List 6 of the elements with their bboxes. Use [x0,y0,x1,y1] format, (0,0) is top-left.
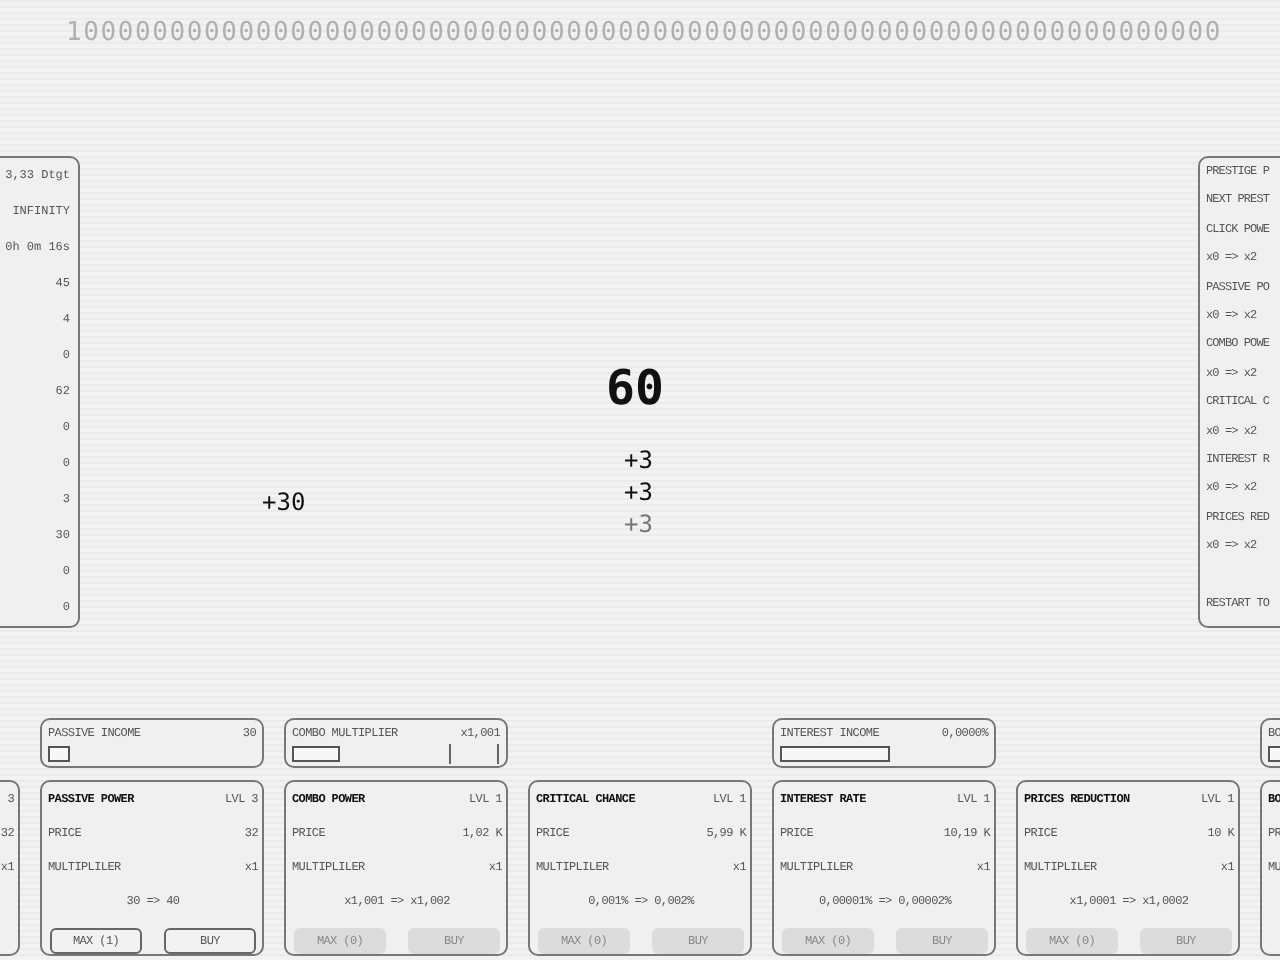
score-display: 60 [606,362,664,414]
click-popup: +30 [262,488,306,516]
click-popup: +3 [624,510,653,538]
click-popup: +3 [624,446,653,474]
total-counter: 1000000000000000000000000000000000000000000000000000000000000000000 [66,18,1222,44]
click-popup: +3 [624,478,653,506]
